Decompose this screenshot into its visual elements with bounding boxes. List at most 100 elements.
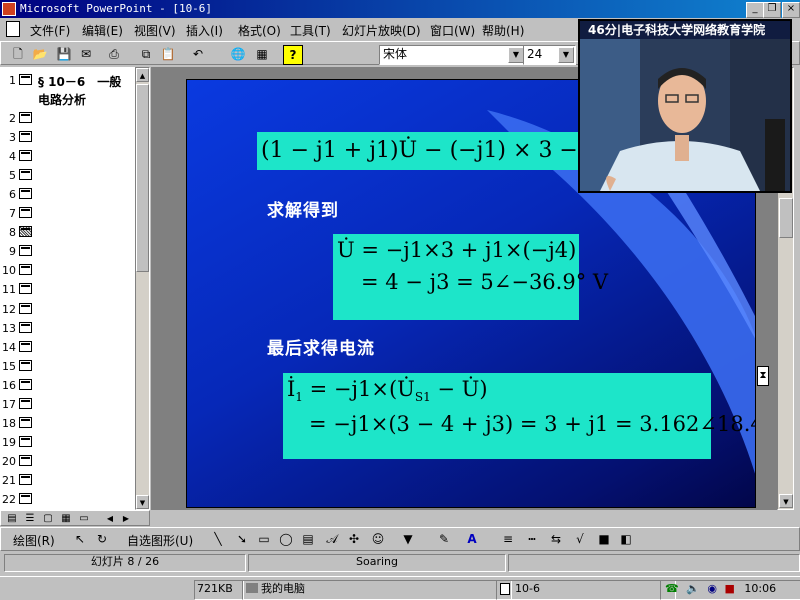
font-color-icon[interactable]: A (463, 530, 481, 548)
select-arrow-icon[interactable]: ↖ (71, 530, 89, 548)
status-bar: 幻灯片 8 / 26 Soaring (0, 551, 800, 573)
outline-slide-row[interactable]: 11 (0, 280, 136, 299)
outline-slide-row[interactable]: 9 (0, 242, 136, 261)
document-icon[interactable] (6, 21, 20, 37)
slide-icon (19, 302, 32, 314)
input-method-icon[interactable]: ◉ (707, 582, 717, 595)
dash-style-icon[interactable]: ┅ (523, 530, 541, 548)
open-folder-icon[interactable]: 📂 (31, 45, 49, 63)
save-icon[interactable]: 💾 (55, 45, 73, 63)
outline-slide-row[interactable]: 19 (0, 433, 136, 452)
3d-icon[interactable]: ◧ (617, 530, 635, 548)
outline-slide-row[interactable]: 21 (0, 471, 136, 490)
tray-app-icon[interactable]: ■ (725, 582, 735, 595)
outline-slide-row[interactable]: 3 (0, 128, 136, 147)
arrow-icon[interactable]: ➘ (233, 530, 251, 548)
menu-view[interactable]: 视图(V) (134, 22, 176, 39)
scroll-up-icon[interactable]: ▲ (136, 68, 149, 82)
outline-slide-row[interactable]: 18 (0, 414, 136, 433)
outline-slide-row[interactable]: 22 (0, 490, 136, 509)
outline-slide-row[interactable]: 17 (0, 395, 136, 414)
hyperlink-icon[interactable]: 🌐 (229, 45, 247, 63)
line-color-icon[interactable]: ✎ (435, 530, 453, 548)
menu-help[interactable]: 帮助(H) (482, 22, 524, 39)
outline-slide-row[interactable]: 10 (0, 261, 136, 280)
menu-format[interactable]: 格式(O) (238, 22, 281, 39)
close-button[interactable]: × (782, 2, 800, 18)
outline-slide-row[interactable]: 15 (0, 357, 136, 376)
powerpoint-app-icon[interactable] (2, 2, 16, 16)
slide-sorter-icon[interactable]: ▦ (57, 510, 75, 528)
fill-color-icon[interactable]: ▼ (399, 530, 417, 548)
eq-i-part: = −j1×(U̇ (302, 377, 415, 401)
oval-icon[interactable]: ◯ (277, 530, 295, 548)
menu-window[interactable]: 窗口(W) (430, 22, 475, 39)
normal-view-icon[interactable]: ▤ (3, 510, 21, 528)
taskbar-my-computer-label: 我的电脑 (261, 582, 305, 595)
outline-slide-row[interactable]: 16 (0, 376, 136, 395)
line-icon[interactable]: ╲ (209, 530, 227, 548)
shadow-icon[interactable]: ■ (595, 530, 613, 548)
volume-icon[interactable]: 🔈 (686, 582, 700, 595)
clipart-icon[interactable]: ☺ (369, 530, 387, 548)
arrow-style-icon[interactable]: ⇆ (547, 530, 565, 548)
outline-view-icon[interactable]: ☰ (21, 510, 39, 528)
diagram-icon[interactable]: ✣ (345, 530, 363, 548)
restore-button[interactable]: ❐ (763, 2, 781, 18)
line-style-icon[interactable]: ≡ (499, 530, 517, 548)
outline-slide-row[interactable]: 7 (0, 204, 136, 223)
outline-slide-row[interactable]: 5 (0, 166, 136, 185)
network-icon[interactable]: ☎ (665, 582, 679, 595)
slide-icon (19, 74, 32, 85)
taskbar-my-computer[interactable]: 我的电脑 (242, 580, 512, 600)
slide-number: 5 (9, 169, 16, 183)
chevron-down-icon[interactable]: ▼ (508, 47, 524, 63)
outline-slide-row[interactable]: 2 (0, 109, 136, 128)
minimize-button[interactable]: _ (746, 2, 764, 18)
rectangle-icon[interactable]: ▭ (255, 530, 273, 548)
free-rotate-icon[interactable]: ↻ (93, 530, 111, 548)
outline-slide-row[interactable]: 4 (0, 147, 136, 166)
font-size-select[interactable]: 24 ▼ (523, 45, 576, 65)
outline-slide-1[interactable]: 1 § 10－6 一般 电路分析 (0, 71, 136, 109)
menu-slideshow[interactable]: 幻灯片放映(D) (342, 22, 421, 39)
copy-icon[interactable]: ⧉ (137, 45, 155, 63)
outline-slide-row[interactable]: 20 (0, 452, 136, 471)
taskbar-document[interactable]: 10-6 (496, 580, 676, 600)
autoshapes-menu[interactable]: 自选图形(U) (127, 532, 193, 549)
menu-edit[interactable]: 编辑(E) (82, 22, 123, 39)
outline-scrollbar[interactable]: ▲ ▼ (135, 67, 150, 510)
tables-icon[interactable]: ▦ (253, 45, 271, 63)
outline-slide-row[interactable]: 12 (0, 300, 136, 319)
print-icon[interactable]: ⎙ (105, 45, 123, 63)
slideshow-view-icon[interactable]: ▭ (75, 510, 93, 528)
help-icon[interactable]: ? (283, 45, 303, 65)
scroll-right-icon[interactable]: ▶ (117, 510, 135, 528)
equation-i: İ1 = −j1×(U̇S1 − U̇) = −j1×(3 − 4 + j3) … (283, 373, 755, 459)
paste-icon[interactable]: 📋 (159, 45, 177, 63)
slide-view-icon[interactable]: ▢ (39, 510, 57, 528)
menu-file[interactable]: 文件(F) (30, 22, 70, 39)
outline-slide-row[interactable]: 8 (0, 223, 136, 242)
scroll-thumb[interactable] (136, 84, 149, 272)
scroll-thumb[interactable] (779, 198, 793, 238)
menu-insert[interactable]: 插入(I) (186, 22, 223, 39)
computer-icon (246, 583, 258, 593)
chevron-down-icon[interactable]: ▼ (558, 47, 574, 63)
menu-tools[interactable]: 工具(T) (290, 22, 331, 39)
outline-slide-row[interactable]: 13 (0, 319, 136, 338)
scroll-down-icon[interactable]: ▼ (136, 495, 149, 509)
font-name-select[interactable]: 宋体 ▼ (379, 45, 526, 65)
equation-icon[interactable]: √ (571, 530, 589, 548)
outline-slide-row[interactable]: 14 (0, 338, 136, 357)
outline-slide-row[interactable]: 6 (0, 185, 136, 204)
scroll-down-icon[interactable]: ▼ (779, 494, 793, 508)
view-buttons: ▤ ☰ ▢ ▦ ▭ ◀ ▶ (0, 510, 150, 526)
undo-icon[interactable]: ↶ (189, 45, 207, 63)
textbox-icon[interactable]: ▤ (299, 530, 317, 548)
status-empty (508, 554, 800, 572)
draw-menu[interactable]: 绘图(R) (13, 532, 55, 549)
wordart-icon[interactable]: 𝒜 (323, 530, 341, 548)
email-icon[interactable]: ✉ (77, 45, 95, 63)
new-file-icon[interactable]: 🗋 (9, 45, 27, 63)
